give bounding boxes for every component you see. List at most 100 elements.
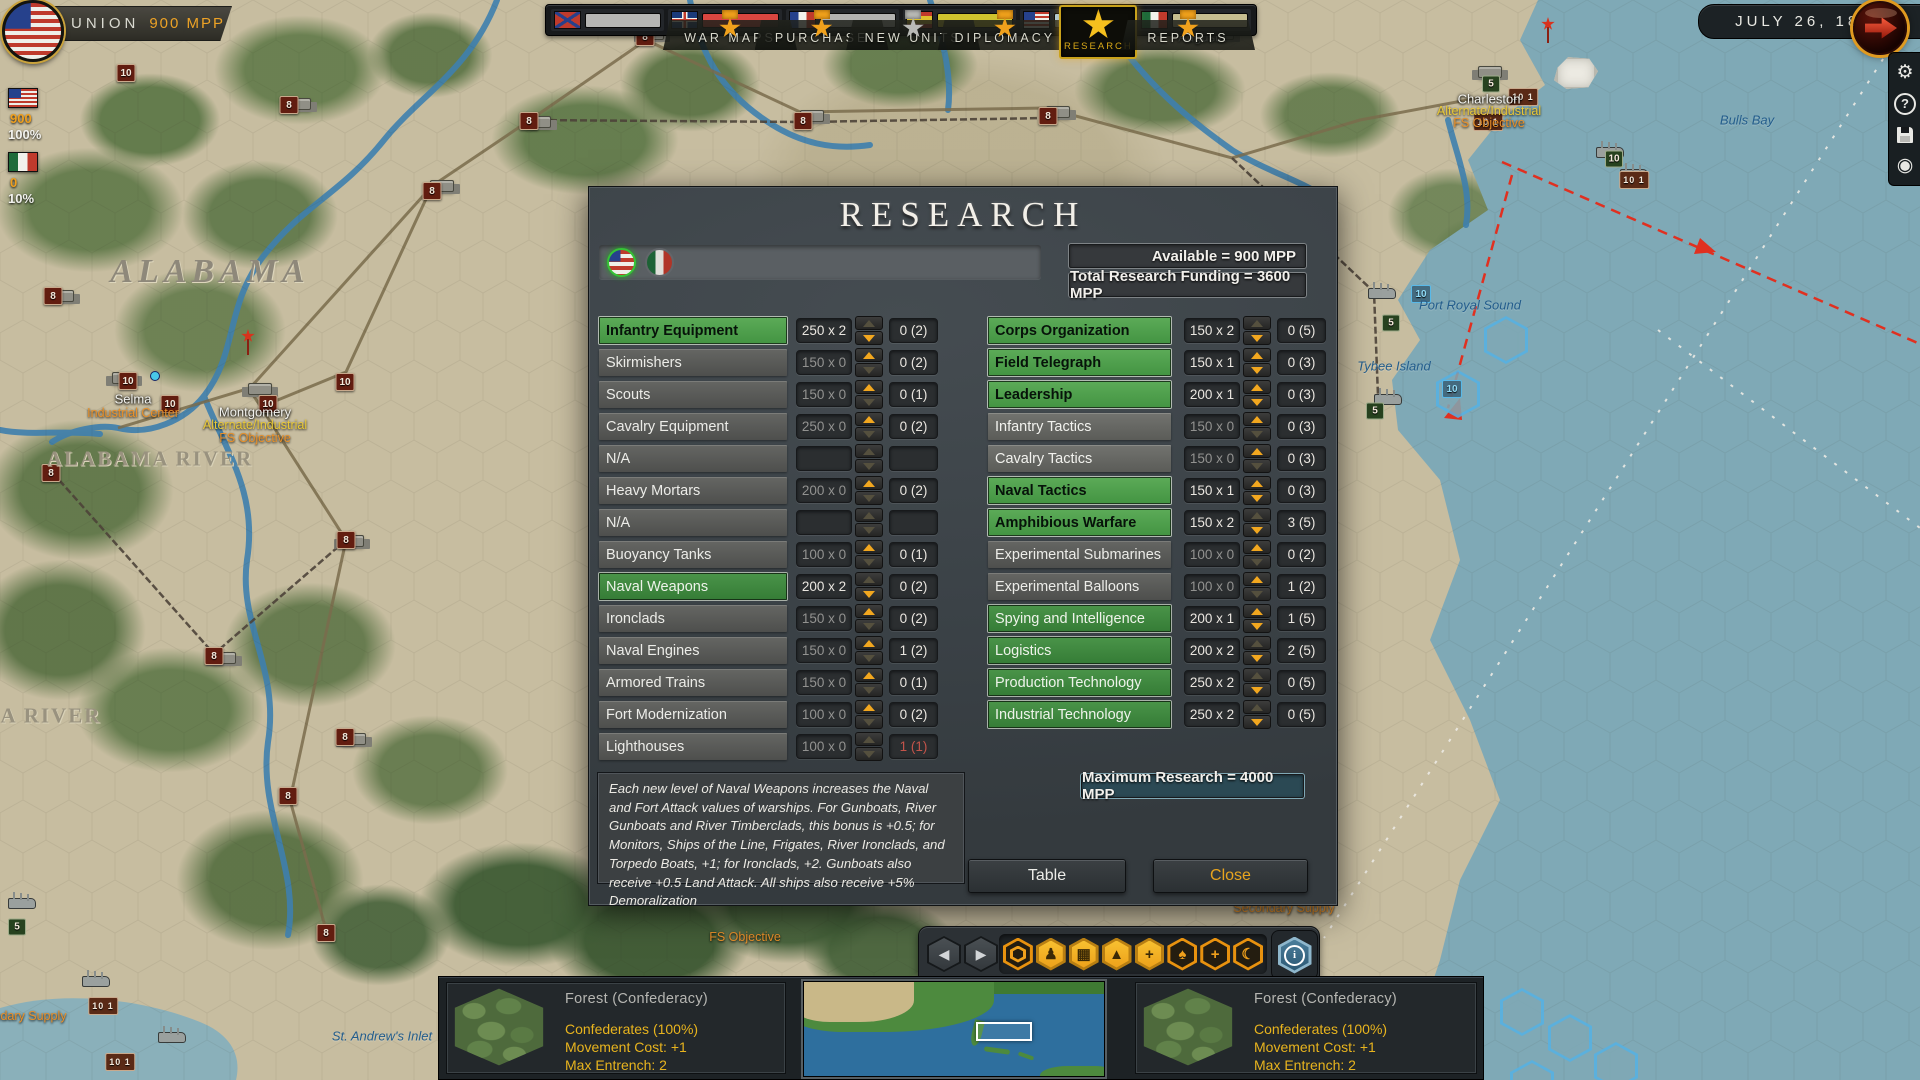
us-country-flag[interactable] [607,248,636,277]
minimap-viewport[interactable] [976,1022,1032,1041]
research-decrease-button[interactable] [855,331,883,345]
research-increase-button[interactable] [1243,700,1271,714]
menu-item-diplomacy[interactable]: Diplomacy [938,20,1072,50]
unit-strength-badge[interactable]: 8 [337,531,356,549]
research-increase-button[interactable] [855,380,883,394]
unit-strength-badge[interactable]: 8 [44,287,63,305]
unit-strength-badge[interactable]: 10 1 [1508,88,1538,106]
unit-strength-badge[interactable]: 5 [1382,315,1400,332]
unit-strength-badge[interactable]: 8 [423,182,442,200]
ship-icon[interactable] [82,976,110,987]
menu-item-reports[interactable]: Reports [1121,20,1255,50]
research-decrease-button[interactable] [1243,491,1271,505]
soldier-icon[interactable]: ♟ [1036,938,1066,971]
unit-strength-badge[interactable]: 10 [336,373,355,391]
unit-strength-badge[interactable]: 10 1 [88,997,118,1015]
unit-strength-badge[interactable]: 10 [161,395,180,413]
research-decrease-button[interactable] [855,363,883,377]
research-increase-button[interactable] [855,700,883,714]
research-decrease-button[interactable] [1243,619,1271,633]
ship-icon[interactable] [1368,288,1396,299]
research-decrease-button[interactable] [1243,683,1271,697]
research-increase-button[interactable] [1243,476,1271,490]
unit-strength-badge[interactable]: 5 [1366,403,1384,420]
prev-unit-button[interactable]: ◀ [927,936,961,972]
research-increase-button[interactable] [855,668,883,682]
research-decrease-button[interactable] [855,459,883,473]
plus-icon[interactable]: + [1200,938,1230,971]
research-decrease-button[interactable] [855,619,883,633]
unit-strength-badge[interactable]: 10 1 [105,1053,135,1071]
sleep-moon-icon[interactable]: ☾ [1233,938,1263,971]
research-increase-button[interactable] [1243,316,1271,330]
research-decrease-button[interactable] [855,683,883,697]
unit-strength-badge[interactable]: 8 [279,787,298,805]
research-increase-button[interactable] [855,540,883,554]
unit-strength-badge[interactable]: 8 [1039,107,1058,125]
unit-strength-badge[interactable]: 8 [520,112,539,130]
research-decrease-button[interactable] [855,587,883,601]
research-increase-button[interactable] [855,348,883,362]
ship-icon[interactable] [8,898,36,909]
reinforce-plus-icon[interactable]: + [1135,938,1165,971]
upgrade-arrow-icon[interactable]: ▲ [1102,938,1132,971]
target-icon[interactable]: ◉ [1889,150,1920,181]
research-decrease-button[interactable] [1243,427,1271,441]
research-increase-button[interactable] [1243,412,1271,426]
research-decrease-button[interactable] [1243,651,1271,665]
research-decrease-button[interactable] [855,747,883,761]
research-increase-button[interactable] [855,636,883,650]
research-decrease-button[interactable] [855,491,883,505]
unit-strength-badge[interactable]: 10 [1442,380,1462,398]
end-turn-button[interactable] [1853,1,1907,55]
research-increase-button[interactable] [1243,444,1271,458]
unit-strength-badge[interactable]: 5 [1482,76,1500,93]
research-decrease-button[interactable] [855,395,883,409]
union-flag-roundel[interactable] [2,0,64,62]
unit-strength-badge[interactable]: 8 [336,728,355,746]
research-decrease-button[interactable] [1243,459,1271,473]
unit-strength-badge[interactable]: 10 1 [1619,171,1649,189]
mx-country-flag[interactable] [645,248,674,277]
save-icon[interactable] [1889,119,1920,150]
research-decrease-button[interactable] [855,715,883,729]
unit-strength-badge[interactable]: 8 [42,464,61,482]
research-decrease-button[interactable] [1243,555,1271,569]
research-decrease-button[interactable] [1243,587,1271,601]
unit-strength-badge[interactable]: 10 [1411,285,1431,303]
gear-icon[interactable]: ⚙ [1889,57,1920,88]
close-button[interactable]: Close [1153,859,1308,893]
research-increase-button[interactable] [855,572,883,586]
research-increase-button[interactable] [855,476,883,490]
unit-strength-badge[interactable]: 8 [317,924,336,942]
help-icon[interactable]: ? [1889,88,1920,119]
research-increase-button[interactable] [855,316,883,330]
info-tab[interactable]: i [1271,930,1318,980]
research-increase-button[interactable] [1243,604,1271,618]
research-decrease-button[interactable] [855,523,883,537]
research-increase-button[interactable] [1243,348,1271,362]
ship-icon[interactable] [158,1032,186,1043]
unit-strength-badge[interactable]: 5 [8,919,26,936]
research-decrease-button[interactable] [855,427,883,441]
unit-strength-badge[interactable]: 10 [1605,151,1623,168]
unit-strength-badge[interactable]: 10 [259,395,278,413]
research-decrease-button[interactable] [855,651,883,665]
research-increase-button[interactable] [855,732,883,746]
research-increase-button[interactable] [855,604,883,618]
unit-strength-badge[interactable]: 10 [117,64,136,82]
research-decrease-button[interactable] [1243,363,1271,377]
research-decrease-button[interactable] [855,555,883,569]
unit-strength-badge[interactable]: 8 [280,96,299,114]
research-increase-button[interactable] [855,444,883,458]
research-decrease-button[interactable] [1243,523,1271,537]
research-increase-button[interactable] [1243,572,1271,586]
unit-strength-badge[interactable]: 8 [794,112,813,130]
research-increase-button[interactable] [855,412,883,426]
production-grid-icon[interactable]: ▦ [1069,938,1099,971]
research-increase-button[interactable] [1243,380,1271,394]
research-increase-button[interactable] [1243,508,1271,522]
next-unit-button[interactable]: ▶ [964,936,998,972]
hex-outline-icon[interactable] [1003,938,1033,971]
research-decrease-button[interactable] [1243,331,1271,345]
